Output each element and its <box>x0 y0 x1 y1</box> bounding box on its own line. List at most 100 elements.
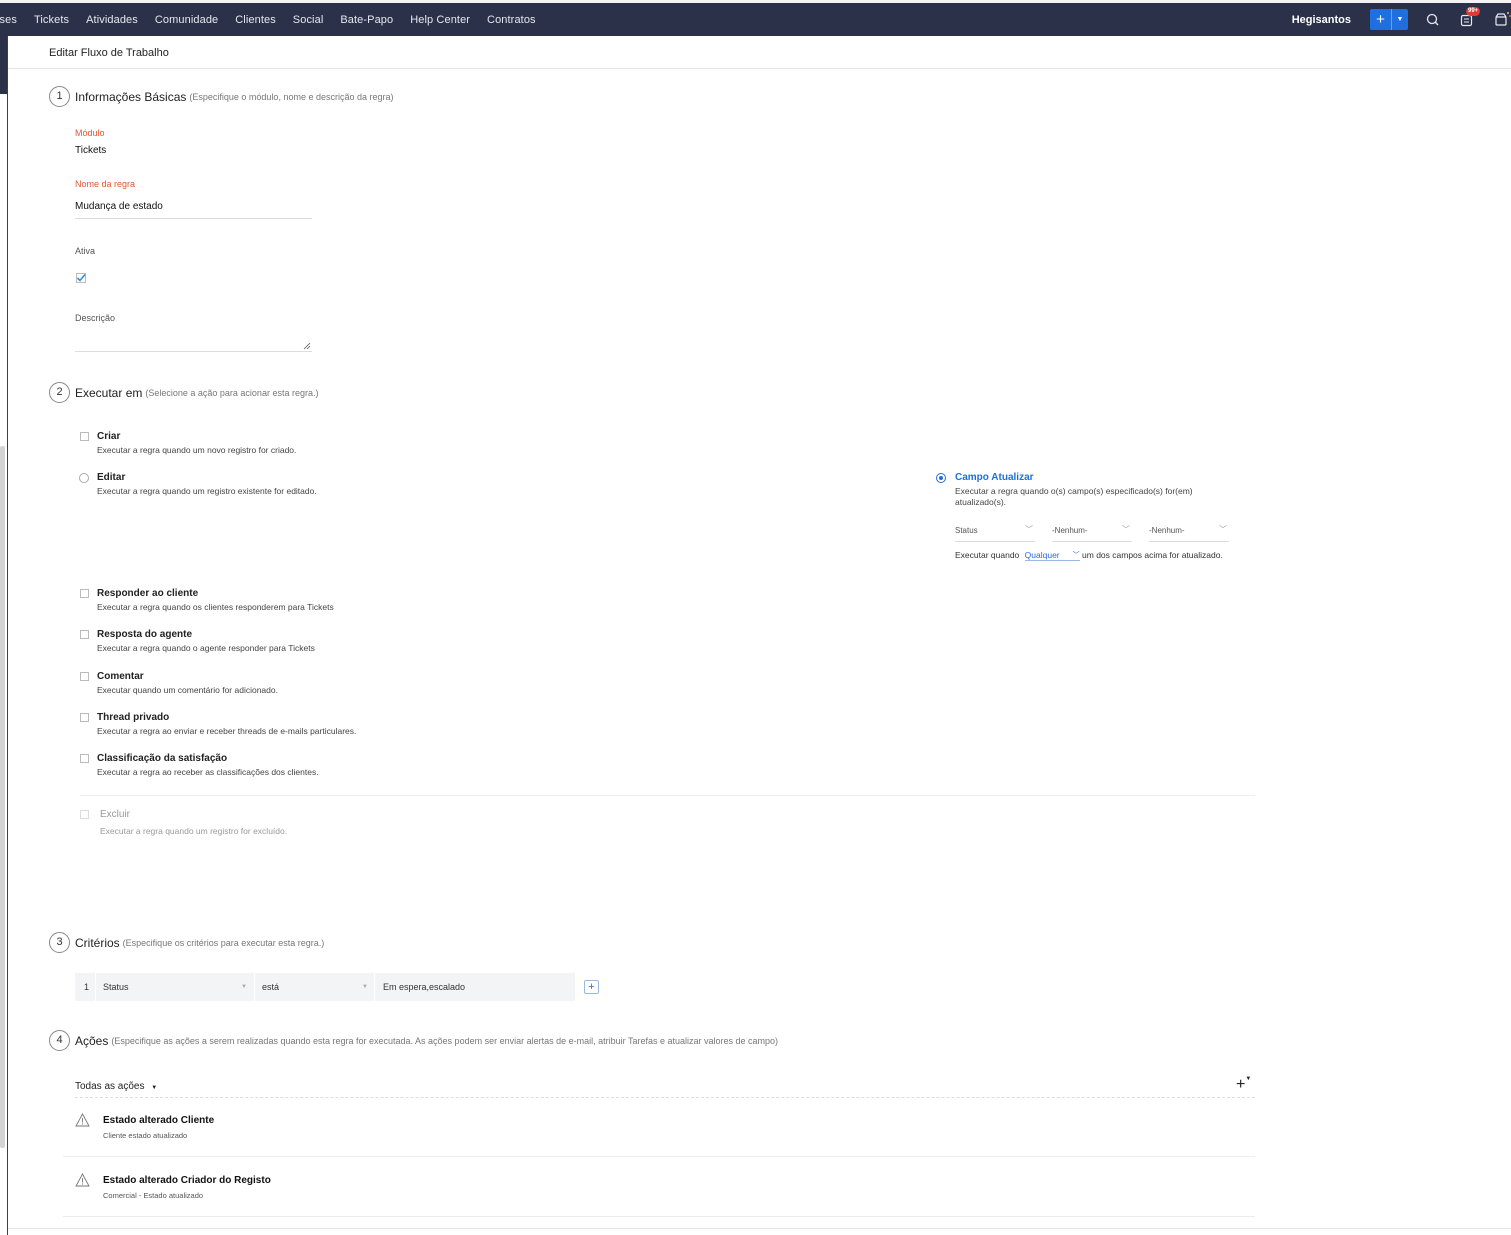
checkmark-icon <box>76 273 86 283</box>
step-number: 1 <box>49 86 70 107</box>
warning-icon <box>75 1113 90 1130</box>
caret-down-icon: ▼ <box>362 984 368 990</box>
resposta-agente-checkbox[interactable] <box>80 630 89 639</box>
section-title: Ações <box>75 1033 109 1048</box>
rule-name-input[interactable]: Mudança de estado <box>75 201 163 212</box>
responder-cliente-checkbox[interactable] <box>80 589 89 598</box>
user-name[interactable]: Hegisantos <box>1292 14 1351 26</box>
active-label: Ativa <box>75 246 96 256</box>
campo-atualizar-radio[interactable] <box>936 473 946 483</box>
chevron-down-icon: ﹀ <box>1072 552 1080 559</box>
section-title: Critérios <box>75 935 120 950</box>
execute-when-select[interactable]: Qualquer ﹀ <box>1024 550 1080 561</box>
nav-item-tickets[interactable]: Tickets <box>25 14 77 26</box>
action-desc: Comercial - Estado atualizado <box>103 1191 204 1200</box>
plus-icon: + <box>1236 1076 1246 1093</box>
add-criteria-button[interactable]: + <box>584 980 599 994</box>
step-number: 2 <box>49 382 70 403</box>
editar-desc: Executar a regra quando um registro exis… <box>97 486 317 496</box>
nav-item-comunidade[interactable]: Comunidade <box>146 14 226 26</box>
resize-handle-icon <box>303 342 311 350</box>
section-subtitle: (Especifique os critérios para executar … <box>122 937 325 948</box>
thread-privado-checkbox[interactable] <box>80 713 89 722</box>
main-nav: ises Tickets Atividades Comunidade Clien… <box>0 3 544 36</box>
chevron-down-icon: ﹀ <box>1025 525 1033 534</box>
actions-filter-label: Todas as ações <box>75 1081 145 1092</box>
criteria-value-input[interactable]: Em espera,escalado <box>383 973 573 1001</box>
excluir-checkbox[interactable] <box>80 810 89 819</box>
section-actions-header: 4 Ações (Especifique as ações a serem re… <box>49 1030 778 1051</box>
rule-name-underline <box>75 218 312 219</box>
nav-item-contratos[interactable]: Contratos <box>479 14 545 26</box>
section-subtitle: (Especifique as ações a serem realizadas… <box>111 1035 779 1046</box>
field-select-3-value: -Nenhum- <box>1149 526 1185 535</box>
field-select-1[interactable]: Status ﹀ <box>955 522 1035 542</box>
criteria-field-select[interactable]: Status <box>103 973 253 1001</box>
page-bottom-border <box>8 1228 1511 1229</box>
caret-down-icon: ▼ <box>241 984 247 990</box>
step-number: 4 <box>49 1030 70 1051</box>
scrollbar[interactable] <box>0 446 5 1148</box>
editar-radio[interactable] <box>79 473 89 483</box>
actions-divider <box>75 1097 1255 1098</box>
marketplace-icon[interactable] <box>1491 10 1511 30</box>
section-title: Executar em <box>75 385 143 400</box>
section-title: Informações Básicas <box>75 89 187 104</box>
action-title[interactable]: Estado alterado Cliente <box>103 1115 214 1126</box>
criar-checkbox[interactable] <box>80 432 89 441</box>
resposta-agente-title: Resposta do agente <box>97 629 193 640</box>
page-title: Editar Fluxo de Trabalho <box>49 47 169 59</box>
editar-title: Editar <box>97 472 126 483</box>
caret-down-icon: ▼ <box>151 1085 158 1091</box>
notifications-icon[interactable]: 99+ <box>1457 6 1481 30</box>
nav-item-analises[interactable]: ises <box>0 14 25 26</box>
chevron-down-icon: ﹀ <box>1219 525 1227 534</box>
sidebar-dark-block <box>0 36 7 94</box>
nav-item-atividades[interactable]: Atividades <box>78 14 147 26</box>
field-select-2[interactable]: -Nenhum- ﹀ <box>1052 522 1132 542</box>
actions-filter-dropdown[interactable]: Todas as ações ▼ <box>75 1081 157 1092</box>
criar-desc: Executar a regra quando um novo registro… <box>97 445 297 455</box>
topbar-right: Hegisantos + ▼ 99+ <box>1292 3 1511 36</box>
thread-privado-desc: Executar a regra ao enviar e receber thr… <box>97 726 357 736</box>
field-select-1-value: Status <box>955 526 978 535</box>
execute-when-value: Qualquer <box>1024 550 1060 560</box>
add-action-button[interactable]: +▼ <box>1236 1076 1251 1094</box>
comentar-checkbox[interactable] <box>80 672 89 681</box>
thread-privado-title: Thread privado <box>97 712 170 723</box>
plus-icon: + <box>1370 9 1392 30</box>
section-subtitle: (Selecione a ação para acionar esta regr… <box>145 387 319 398</box>
criteria-index: 1 <box>84 982 90 992</box>
excluir-title: Excluir <box>100 809 131 820</box>
left-sidebar-edge <box>0 36 8 1235</box>
excluir-desc: Executar a regra quando um registro for … <box>100 826 288 836</box>
caret-down-icon[interactable]: ▼ <box>1392 16 1408 23</box>
section-execute-on-header: 2 Executar em (Selecione a ação para aci… <box>49 382 318 403</box>
classificacao-satisfacao-checkbox[interactable] <box>80 754 89 763</box>
search-icon[interactable] <box>1423 10 1443 30</box>
execute-when-row: Executar quando Qualquer ﹀ um dos campos… <box>955 550 1223 561</box>
add-new-button[interactable]: + ▼ <box>1370 9 1408 30</box>
criar-title: Criar <box>97 431 121 442</box>
caret-down-icon: ▼ <box>1245 1076 1252 1082</box>
nav-item-help-center[interactable]: Help Center <box>402 14 479 26</box>
active-checkbox[interactable] <box>76 272 86 283</box>
description-label: Descrição <box>75 313 116 323</box>
step-number: 3 <box>49 932 70 953</box>
criteria-separator <box>95 973 96 1001</box>
nav-item-social[interactable]: Social <box>284 14 332 26</box>
page-header: Editar Fluxo de Trabalho <box>8 36 1511 69</box>
action-title[interactable]: Estado alterado Criador do Registo <box>103 1175 271 1186</box>
responder-cliente-title: Responder ao cliente <box>97 588 199 599</box>
comentar-desc: Executar quando um comentário for adicio… <box>97 685 278 695</box>
nav-item-clientes[interactable]: Clientes <box>227 14 285 26</box>
description-textarea[interactable] <box>75 330 312 352</box>
module-value: Tickets <box>75 145 107 156</box>
criteria-separator <box>254 973 255 1001</box>
chevron-down-icon: ﹀ <box>1122 525 1130 534</box>
classificacao-satisfacao-title: Classificação da satisfação <box>97 753 228 764</box>
field-select-3[interactable]: -Nenhum- ﹀ <box>1149 522 1229 542</box>
action-desc: Cliente estado atualizado <box>103 1131 188 1140</box>
criteria-operator-select[interactable]: está <box>262 973 372 1001</box>
nav-item-bate-papo[interactable]: Bate-Papo <box>332 14 402 26</box>
